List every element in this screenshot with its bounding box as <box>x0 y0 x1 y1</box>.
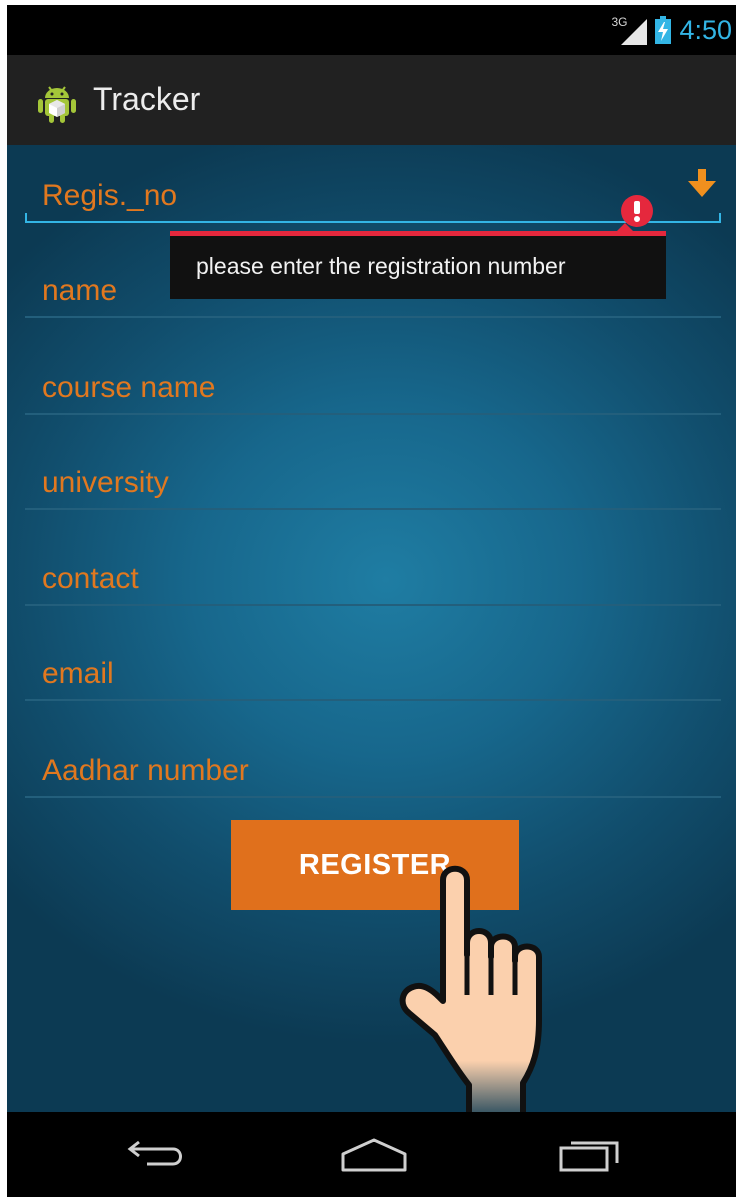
clock: 4:50 <box>679 14 732 45</box>
error-message: please enter the registration number <box>196 253 566 279</box>
course-name-input[interactable]: course name <box>42 371 215 405</box>
field-underline <box>25 699 721 701</box>
name-input[interactable]: name <box>42 274 117 308</box>
email-field[interactable]: email <box>25 643 721 701</box>
pointing-hand-icon <box>387 845 587 1120</box>
app-title: Tracker <box>93 81 201 117</box>
registration-form: Regis._no name course name university co… <box>7 145 736 1118</box>
university-field[interactable]: university <box>25 452 721 510</box>
field-underline <box>25 604 721 606</box>
status-icons: 3G 4:50 <box>611 13 732 47</box>
signal-icon: 3G <box>611 15 648 45</box>
university-input[interactable]: university <box>42 466 169 500</box>
recent-apps-icon[interactable] <box>557 1134 627 1179</box>
battery-charging-icon <box>655 16 672 44</box>
field-underline <box>25 796 721 798</box>
device-screen: 3G 4:50 Tracker Regis._no name course na… <box>7 5 736 1197</box>
registration-number-input[interactable]: Regis._no <box>42 179 177 213</box>
home-icon[interactable] <box>339 1134 409 1179</box>
aadhar-number-field[interactable]: Aadhar number <box>25 740 721 798</box>
down-arrow-icon <box>687 169 717 204</box>
action-bar: Tracker <box>7 55 736 145</box>
navigation-bar <box>7 1112 736 1197</box>
field-underline <box>25 508 721 510</box>
email-input[interactable]: email <box>42 657 114 691</box>
android-app-icon <box>37 83 77 128</box>
aadhar-number-input[interactable]: Aadhar number <box>42 754 249 788</box>
field-underline <box>25 413 721 415</box>
field-underline <box>25 316 721 318</box>
contact-field[interactable]: contact <box>25 548 721 606</box>
tooltip-pointer <box>616 223 634 232</box>
course-name-field[interactable]: course name <box>25 357 721 415</box>
back-icon[interactable] <box>125 1134 189 1175</box>
error-tooltip: please enter the registration number <box>170 223 666 299</box>
status-bar: 3G 4:50 <box>7 5 736 55</box>
contact-input[interactable]: contact <box>42 562 139 596</box>
registration-number-field[interactable]: Regis._no <box>25 165 721 227</box>
